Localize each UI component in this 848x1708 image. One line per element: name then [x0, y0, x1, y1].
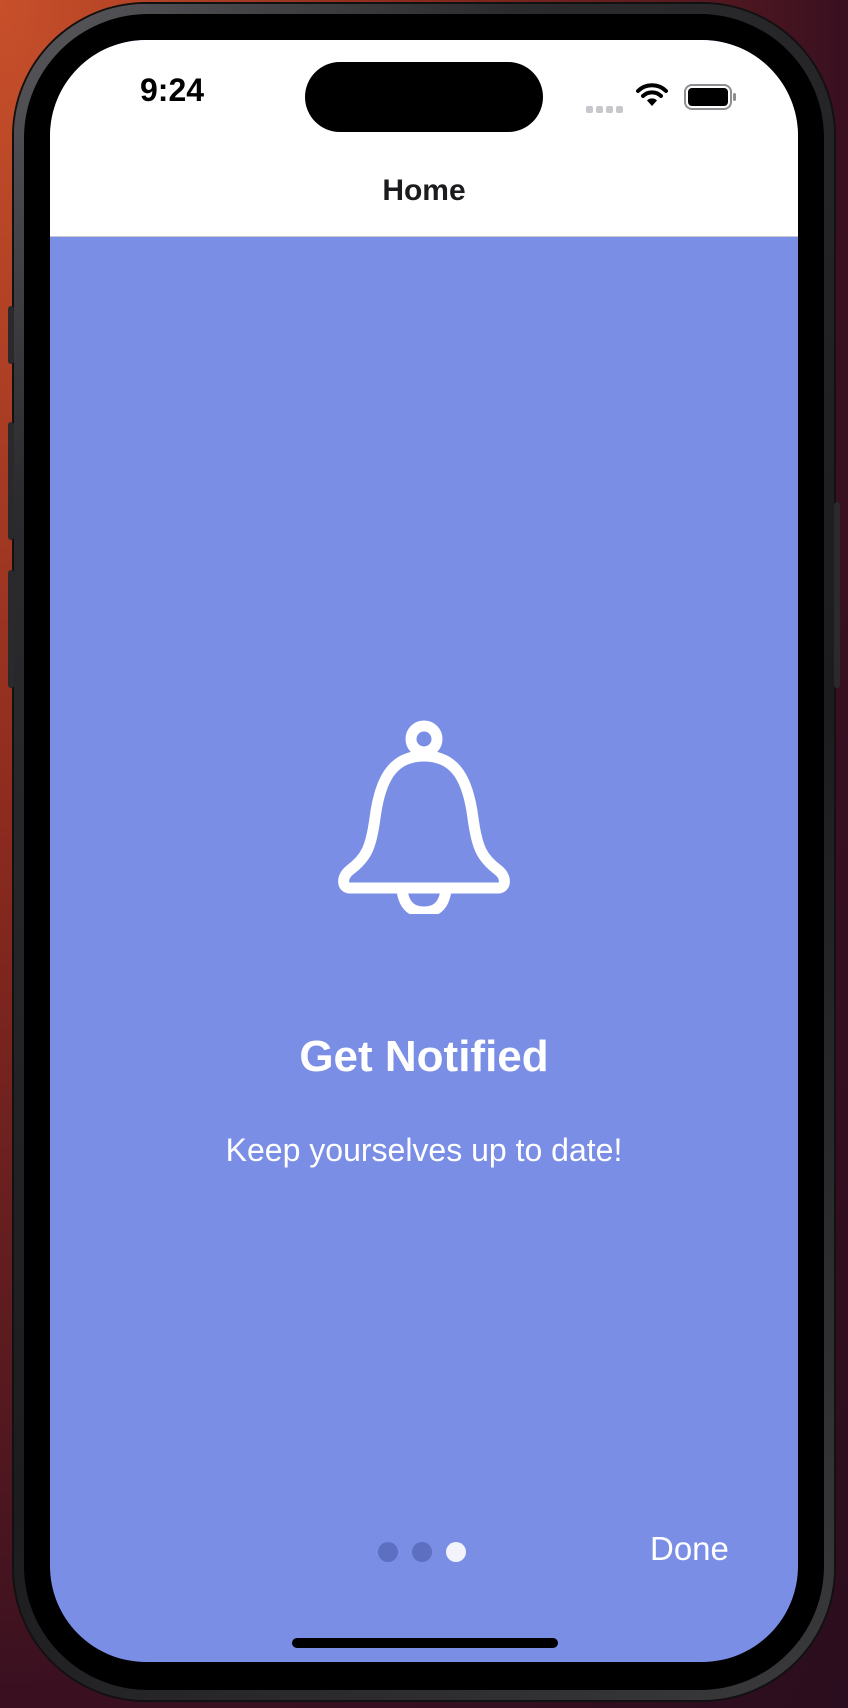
volume-up-button [8, 422, 14, 540]
page-dot-2[interactable] [412, 1542, 432, 1562]
power-button [834, 502, 840, 688]
dynamic-island [305, 62, 543, 132]
phone-screen: 9:24 Home Get Notified Keep yourselves u… [50, 40, 798, 1662]
action-button [8, 306, 14, 364]
status-time: 9:24 [140, 72, 205, 108]
wifi-icon [636, 83, 668, 106]
nav-title: Home [382, 174, 466, 207]
volume-down-button [8, 570, 14, 688]
onboarding-title: Get Notified [299, 1032, 549, 1081]
home-indicator[interactable] [292, 1638, 558, 1648]
battery-icon [684, 84, 736, 110]
bell-icon [338, 720, 510, 914]
navigation-bar: 9:24 Home [50, 40, 798, 237]
page-indicator[interactable] [378, 1542, 478, 1564]
done-button[interactable]: Done [650, 1530, 760, 1568]
page-dot-3[interactable] [446, 1542, 466, 1562]
page-dot-1[interactable] [378, 1542, 398, 1562]
cellular-signal-icon [586, 100, 626, 113]
onboarding-subtitle: Keep yourselves up to date! [225, 1132, 623, 1168]
